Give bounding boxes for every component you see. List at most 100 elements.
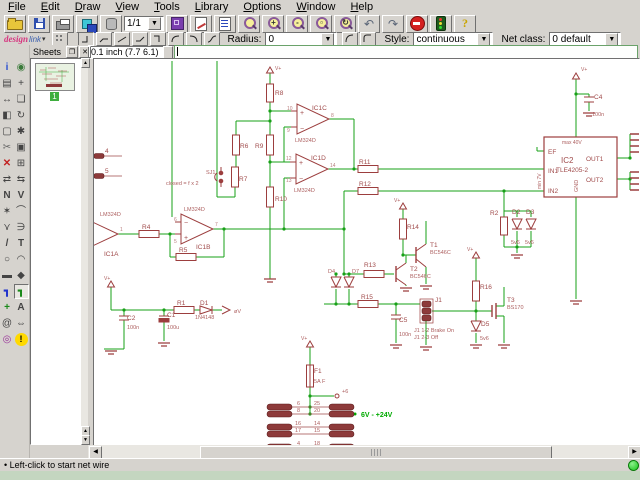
undo-button[interactable]: ↶ [358,15,380,33]
chevron-down-icon[interactable]: ▼ [605,33,618,46]
miter-straight-button[interactable] [360,32,376,46]
info-tool[interactable]: i [1,61,14,74]
add-tool[interactable]: ⊞ [15,157,28,170]
sheets-scrollbar[interactable]: ▲ ▲ ▼ [81,58,88,443]
invoke-tool[interactable]: ∋ [15,221,28,234]
bend-diagonal-button[interactable] [114,32,130,46]
designlink-brand-button[interactable]: design link ▾ [4,34,46,44]
name-tool[interactable]: N [1,189,14,202]
edit-sheet-button[interactable] [190,15,212,33]
schematic-label: C2 [127,315,136,322]
brand-design-text: design [4,34,28,44]
pinswap-tool[interactable]: ⇄ [1,173,14,186]
miter-tool[interactable]: ⌒ [15,205,28,218]
errors-tool[interactable]: ! [15,333,28,346]
sheet-thumbnail[interactable] [35,63,75,91]
gateswap-tool[interactable]: ⇆ [15,173,28,186]
circle-tool[interactable]: ○ [1,253,14,266]
help-button[interactable]: ? [454,15,476,33]
menu-library[interactable]: Library [195,1,229,13]
zoom-select-button[interactable]: ▫ [310,15,332,33]
save-button[interactable] [28,15,50,33]
style-label: Style: [384,34,409,45]
schematic-label: J1 [435,297,442,304]
change-tool[interactable]: ✱ [15,125,28,138]
miter-round-button[interactable] [342,32,358,46]
erc-tool[interactable]: ◎ [1,333,14,346]
zoom-in-button[interactable]: + [262,15,284,33]
scroll-up-icon[interactable]: ▲ [81,58,90,68]
board-editor-button[interactable] [166,15,188,33]
display-tool[interactable]: ▤ [1,77,14,90]
zoom-out-button[interactable]: - [286,15,308,33]
bend-horiz-then-45-button[interactable] [132,32,148,46]
cam-processor-button[interactable] [76,15,98,33]
menu-edit[interactable]: Edit [41,1,60,13]
menu-file[interactable]: File [8,1,26,13]
bend-90-vert-horiz-button[interactable] [78,32,94,46]
net-tool[interactable]: ┓ [14,284,29,299]
scroll-down-icon[interactable]: ▼ [81,435,90,445]
rotate-tool[interactable]: ↻ [15,109,28,122]
value-tool[interactable]: V [15,189,28,202]
menu-options[interactable]: Options [243,1,281,13]
copy-tool[interactable]: ❏ [15,93,28,106]
menu-window[interactable]: Window [296,1,335,13]
redo-button[interactable]: ↷ [382,15,404,33]
mirror-tool[interactable]: ◧ [1,109,14,122]
command-line-input[interactable] [174,45,638,59]
rect-tool[interactable]: ▬ [1,269,14,282]
bus-tool[interactable]: ┓ [1,285,14,298]
polygon-tool[interactable]: ◆ [15,269,28,282]
schematic-label: 6 [174,217,177,223]
move-tool[interactable]: ↔ [1,93,14,106]
bend-45-then-horiz-button[interactable] [96,32,112,46]
chevron-down-icon[interactable]: ▼ [321,33,334,46]
schematic-label: R9 [255,143,264,150]
paste-tool[interactable]: ▣ [15,141,28,154]
menu-draw[interactable]: Draw [75,1,101,13]
panel-close-icon[interactable]: ✕ [79,46,91,58]
mark-tool[interactable]: + [15,77,28,90]
chevron-down-icon[interactable]: ▼ [148,17,161,30]
menu-view[interactable]: View [115,1,139,13]
dimension-tool[interactable]: ⇔ [15,317,28,330]
bend-spline-button[interactable] [204,32,220,46]
chevron-down-icon[interactable]: ▼ [477,33,490,46]
schematic-label: LM324D [295,138,316,144]
zoom-fit-button[interactable] [238,15,260,33]
sheet-number-badge[interactable]: 1 [50,92,59,101]
bend-90-horiz-vert-button[interactable] [150,32,166,46]
window-bottom-strip [0,471,640,480]
junction-tool[interactable]: + [1,301,14,314]
schematic-label: min 7V [537,173,543,189]
open-button[interactable] [4,15,26,33]
text-tool[interactable]: T [15,237,28,250]
wire-tool[interactable]: / [1,237,14,250]
horizontal-scrollbar[interactable]: ◀ ▶ [88,445,640,458]
display-layers-button[interactable] [214,15,236,33]
arc-tool[interactable]: ◠ [15,253,28,266]
delete-tool[interactable]: ✕ [1,157,14,170]
bend-arc-left-button[interactable] [168,32,184,46]
cut-tool[interactable]: ✂ [1,141,14,154]
smash-tool[interactable]: ✶ [1,205,14,218]
split-tool[interactable]: ⋎ [1,221,14,234]
sheet-selector[interactable]: 1/1▼ [124,16,164,31]
group-tool[interactable]: ▢ [1,125,14,138]
label-tool[interactable]: A [15,301,28,314]
menu-tools[interactable]: Tools [154,1,180,13]
sheets-panel: Sheets ❐ ✕ 1 ▲ ▲ ▼ [30,45,88,445]
menu-help[interactable]: Help [350,1,373,13]
use-library-button[interactable] [100,15,122,33]
schematic-canvas[interactable]: LM324DIC1A123−+LM324DIC1B765−+IC1CLM324D… [93,58,640,447]
attribute-tool[interactable]: @ [1,317,14,330]
stop-button[interactable] [406,15,428,33]
traffic-light-icon[interactable] [430,15,452,33]
show-tool[interactable]: ◉ [15,61,28,74]
panel-float-icon[interactable]: ❐ [66,46,78,58]
bend-arc-right-button[interactable] [186,32,202,46]
grid-button[interactable] [52,32,68,46]
zoom-redraw-button[interactable]: ↻ [334,15,356,33]
print-button[interactable] [52,15,74,33]
